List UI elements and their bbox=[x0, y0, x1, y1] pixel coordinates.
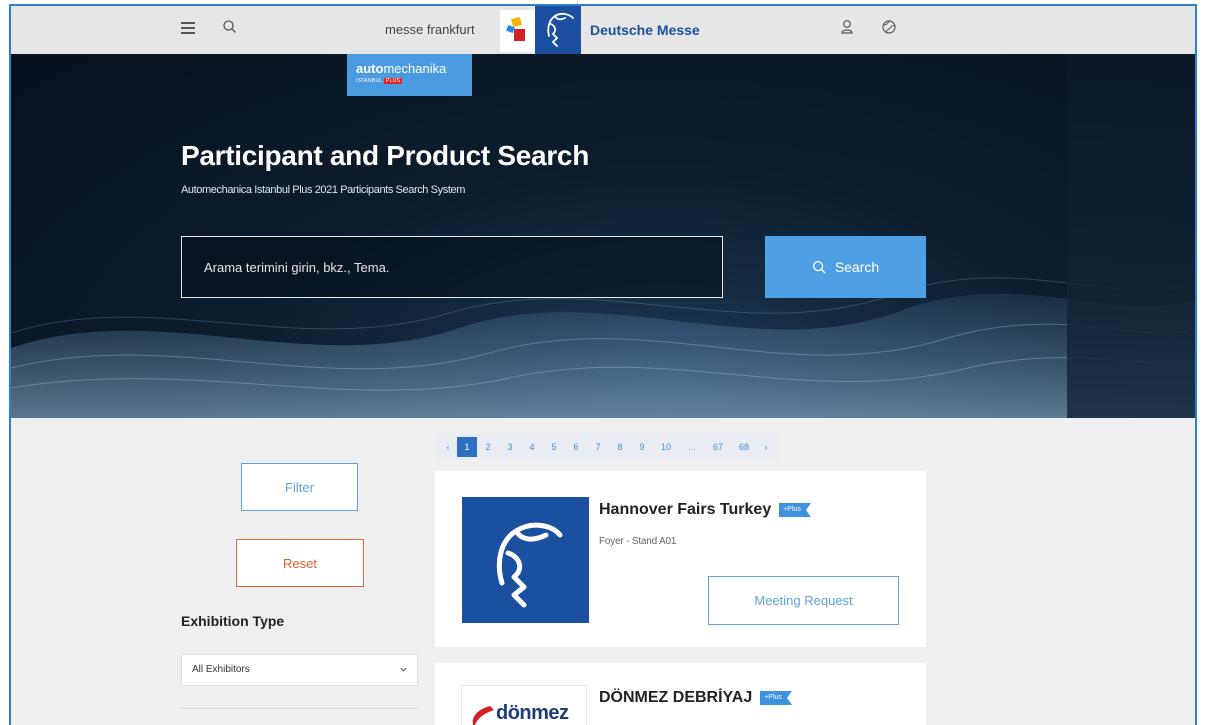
exhibitor-name-text: DÖNMEZ DEBRİYAJ bbox=[599, 689, 753, 706]
menu-icon[interactable] bbox=[181, 22, 195, 34]
page-link-3[interactable]: 3 bbox=[499, 437, 521, 457]
donmez-logo-text: dönmez bbox=[496, 702, 569, 724]
logo-secondary-text: mechanika bbox=[383, 61, 447, 76]
pagination: ‹ 1 2 3 4 5 6 7 8 9 10 ... 67 68 › bbox=[435, 434, 779, 460]
page-link-2[interactable]: 2 bbox=[477, 437, 499, 457]
sidebar-divider bbox=[181, 708, 418, 709]
page-link-10[interactable]: 10 bbox=[653, 437, 679, 457]
hero-side-panel bbox=[1067, 54, 1195, 418]
messe-frankfurt-logo[interactable] bbox=[500, 10, 536, 52]
search-button-label: Search bbox=[834, 259, 880, 275]
page-link-4[interactable]: 4 bbox=[521, 437, 543, 457]
exhibition-type-value: All Exhibitors bbox=[192, 664, 250, 675]
search-icon bbox=[812, 260, 826, 274]
page-link-7[interactable]: 7 bbox=[587, 437, 609, 457]
page-subtitle: Automechanica Istanbul Plus 2021 Partici… bbox=[181, 184, 465, 196]
page-link-9[interactable]: 9 bbox=[631, 437, 653, 457]
filter-button[interactable]: Filter bbox=[241, 463, 358, 511]
user-icon[interactable] bbox=[840, 19, 854, 35]
donmez-logo[interactable]: dönmez bbox=[461, 685, 587, 725]
deutsche-messe-text[interactable]: Deutsche Messe bbox=[590, 22, 700, 38]
page-link-6[interactable]: 6 bbox=[565, 437, 587, 457]
automechanika-logo[interactable]: automechanika ISTANBUL PLUS bbox=[347, 54, 472, 96]
result-card: Hannover Fairs Turkey +Plus Foyer - Stan… bbox=[435, 471, 926, 647]
top-bar: messe frankfurt Deutsche Messe bbox=[11, 6, 1195, 54]
page-link-8[interactable]: 8 bbox=[609, 437, 631, 457]
stand-location: Foyer - Stand A01 bbox=[599, 536, 677, 547]
page-link-5[interactable]: 5 bbox=[543, 437, 565, 457]
globe-icon[interactable] bbox=[881, 19, 897, 35]
search-input[interactable] bbox=[181, 236, 723, 298]
page-ellipsis: ... bbox=[688, 442, 696, 452]
logo-primary-text: auto bbox=[356, 61, 384, 76]
meeting-request-button[interactable]: Meeting Request bbox=[708, 576, 899, 625]
reset-button[interactable]: Reset bbox=[236, 539, 364, 587]
prev-icon[interactable]: ‹ bbox=[439, 437, 457, 457]
exhibitor-name-text: Hannover Fairs Turkey bbox=[599, 501, 772, 518]
next-icon[interactable]: › bbox=[757, 437, 775, 457]
exhibitor-name[interactable]: Hannover Fairs Turkey +Plus bbox=[599, 501, 811, 519]
page-title: Participant and Product Search bbox=[181, 140, 589, 171]
hero-banner: automechanika ISTANBUL PLUS Participant … bbox=[11, 54, 1195, 418]
logo-tag-text: ISTANBUL bbox=[356, 78, 383, 84]
page-link-1[interactable]: 1 bbox=[457, 437, 477, 457]
plus-badge: +Plus bbox=[760, 691, 792, 705]
exhibition-type-heading: Exhibition Type bbox=[181, 613, 285, 629]
exhibition-type-select[interactable]: All Exhibitors bbox=[181, 654, 418, 686]
plus-badge: +Plus bbox=[779, 503, 811, 517]
exhibitor-name[interactable]: DÖNMEZ DEBRİYAJ +Plus bbox=[599, 689, 792, 707]
deutsche-messe-logo[interactable] bbox=[535, 6, 581, 54]
messe-frankfurt-text[interactable]: messe frankfurt bbox=[385, 22, 475, 37]
browser-frame: messe frankfurt Deutsche Messe automecha… bbox=[9, 4, 1197, 725]
page-link-68[interactable]: 68 bbox=[731, 437, 757, 457]
result-card: dönmez DÖNMEZ DEBRİYAJ +Plus bbox=[435, 663, 926, 725]
search-button[interactable]: Search bbox=[765, 236, 926, 298]
search-icon[interactable] bbox=[222, 19, 238, 35]
logo-plus-text: PLUS bbox=[384, 78, 403, 84]
hannover-fairs-logo[interactable] bbox=[462, 497, 589, 623]
page-link-67[interactable]: 67 bbox=[705, 437, 731, 457]
chevron-down-icon bbox=[400, 667, 407, 672]
